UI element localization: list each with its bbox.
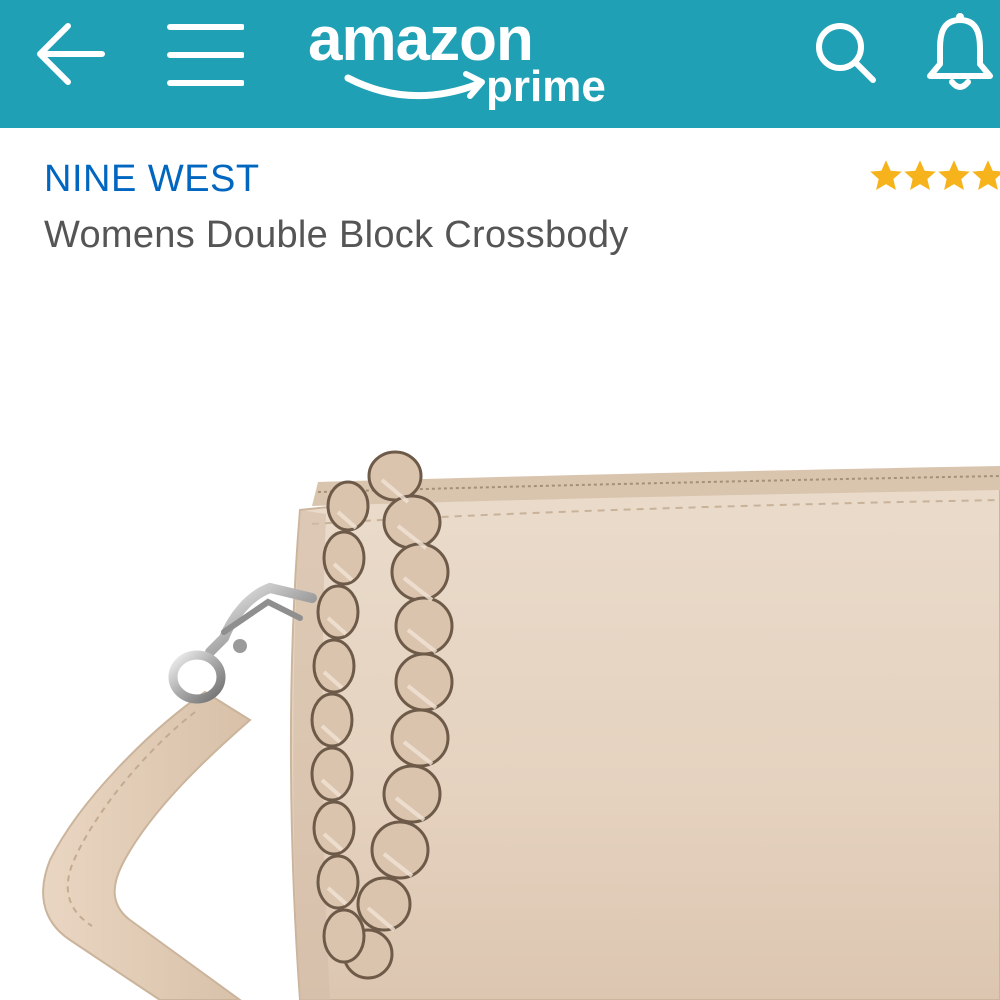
amazon-prime-logo[interactable]: amazon prime <box>300 0 630 128</box>
search-icon <box>816 23 876 83</box>
product-image[interactable] <box>0 300 1000 1000</box>
brand-link[interactable]: NINE WEST <box>44 158 260 201</box>
star-icon <box>972 160 1000 190</box>
product-title: Womens Double Block Crossbody <box>44 214 629 256</box>
star-icon <box>870 160 902 190</box>
top-nav-bar: amazon prime <box>0 0 1000 128</box>
shoulder-strap <box>42 690 252 1000</box>
hamburger-menu-icon <box>167 24 244 86</box>
star-icon <box>904 160 936 190</box>
back-arrow-icon <box>37 23 105 85</box>
search-button[interactable] <box>798 10 894 96</box>
notifications-button[interactable] <box>916 6 1000 98</box>
star-icon <box>938 160 970 190</box>
back-button[interactable] <box>22 14 118 94</box>
logo-prime-text: prime <box>486 62 606 111</box>
rating-stars[interactable] <box>868 158 1000 194</box>
menu-button[interactable] <box>158 14 250 94</box>
bell-icon <box>927 13 993 90</box>
